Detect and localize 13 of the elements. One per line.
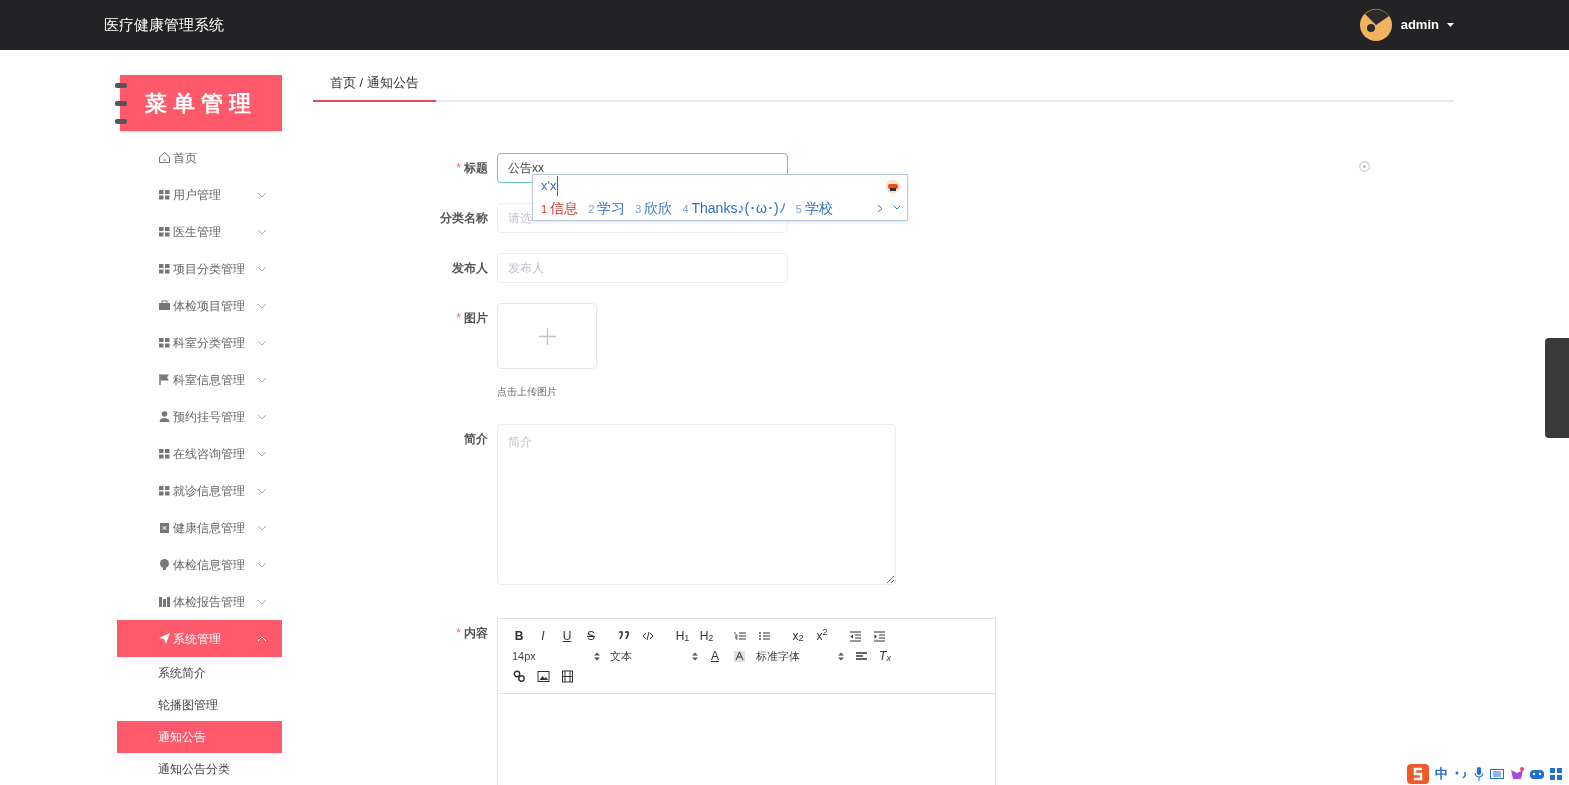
field-label: 发布人 bbox=[452, 260, 488, 277]
field-label: 分类名称 bbox=[440, 210, 488, 227]
required-asterisk: * bbox=[456, 310, 461, 327]
menu-banner-text: 菜单管理 bbox=[145, 88, 257, 118]
app-title: 医疗健康管理系统 bbox=[104, 14, 224, 35]
field-label: 简介 bbox=[464, 431, 488, 448]
field-label: 图片 bbox=[464, 310, 488, 327]
required-asterisk: * bbox=[456, 160, 461, 177]
upload-hint: 点击上传图片 bbox=[497, 385, 558, 399]
field-label: 标题 bbox=[464, 160, 488, 177]
ime-composition-text: x'x bbox=[541, 176, 559, 196]
field-label: 内容 bbox=[464, 625, 488, 642]
required-asterisk: * bbox=[456, 625, 461, 642]
